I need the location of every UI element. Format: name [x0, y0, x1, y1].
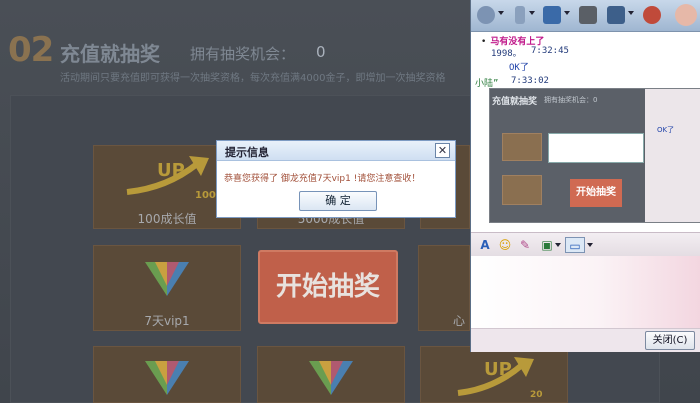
chevron-down-icon[interactable] [628, 11, 634, 15]
message-time: 7:33:02 [511, 76, 549, 86]
prize-item: 心 [418, 245, 470, 331]
vip-crystal-icon [258, 355, 404, 401]
chat-history[interactable]: 马有没有上了 1998。 7:32:45 OK了 小陆” 7:33:02 充值就… [471, 32, 700, 232]
screenshot-dialog [548, 133, 644, 163]
up-sub-text: 100 [195, 190, 216, 201]
chevron-down-icon[interactable] [498, 11, 504, 15]
chevron-down-icon[interactable] [564, 11, 570, 15]
screenshot-side-text: OK了 [657, 126, 675, 134]
format-toolbar: A ☺ ✎ ▣ ▭ [471, 232, 700, 256]
vip-crystal-icon [94, 256, 240, 302]
user-block-icon[interactable] [643, 6, 661, 24]
image-icon[interactable]: ▣ [539, 237, 555, 253]
vip-crystal-icon [94, 355, 240, 401]
prize-item [257, 346, 405, 403]
page-title: 充值就抽奖 [60, 42, 160, 66]
chevron-down-icon[interactable] [587, 243, 593, 247]
prize-item: UP 20 [420, 346, 568, 403]
font-icon[interactable]: A [477, 237, 493, 253]
message-sender: 1998。 [491, 49, 522, 59]
screenshot-icon[interactable]: ▭ [565, 237, 585, 253]
screenshot-title: 充值就抽奖 [492, 97, 538, 107]
screenshot-chat-side: OK了 [645, 89, 700, 222]
up-text: UP [484, 359, 512, 380]
dialog-message: 恭喜您获得了 御龙充值7天vip1 !请您注意查收！ [224, 174, 421, 184]
close-button[interactable]: 关闭(C) [645, 331, 695, 350]
shared-screenshot[interactable]: 充值就抽奖 拥有抽奖机会：0 开始抽奖 OK了 [489, 88, 700, 223]
dialog-header: 提示信息 ✕ [217, 141, 455, 161]
folder-icon[interactable] [543, 6, 561, 24]
screenshot-prize [502, 175, 542, 205]
screenshot-sub: 拥有抽奖机会：0 [544, 96, 598, 104]
chat-toolbar [471, 0, 700, 32]
close-icon[interactable]: ✕ [435, 143, 450, 158]
avatar-icon[interactable] [675, 4, 697, 26]
chevron-down-icon[interactable] [555, 243, 561, 247]
prize-item [93, 346, 241, 403]
screen-record-icon[interactable] [579, 6, 597, 24]
screenshot-prize [502, 133, 542, 161]
chevron-down-icon[interactable] [529, 11, 535, 15]
chat-window: 马有没有上了 1998。 7:32:45 OK了 小陆” 7:33:02 充值就… [470, 0, 700, 352]
webcam-icon[interactable] [477, 6, 495, 24]
message-input[interactable] [471, 256, 700, 328]
contacts-icon[interactable] [607, 6, 625, 24]
ok-button[interactable]: 确 定 [299, 191, 377, 211]
up-text: UP [157, 160, 185, 181]
message-time: 7:32:45 [531, 46, 569, 56]
dialog-title: 提示信息 [225, 146, 269, 159]
up-20-icon: UP 20 [421, 349, 567, 401]
notice-dialog: 提示信息 ✕ 恭喜您获得了 御龙充值7天vip1 !请您注意查收！ 确 定 [216, 140, 456, 218]
up-sub-text: 20 [530, 390, 543, 400]
prize-item: 7天vip1 [93, 245, 241, 331]
chances-label: 拥有抽奖机会： [190, 45, 296, 63]
chances-count: 0 [316, 43, 326, 61]
prize-label: 心 [452, 314, 465, 328]
step-number: 02 [8, 30, 54, 70]
prize-label: 7天vip1 [144, 314, 190, 328]
emoji-icon[interactable]: ☺ [497, 237, 513, 253]
microphone-icon[interactable] [515, 6, 525, 24]
chat-footer: 关闭(C) [471, 328, 700, 352]
magic-face-icon[interactable]: ✎ [517, 237, 533, 253]
message-text: OK了 [509, 63, 529, 73]
start-lottery-button[interactable]: 开始抽奖 [258, 250, 398, 324]
rules-text: 活动期间只要充值即可获得一次抽奖资格，每次充值满4000金子，即增加一次抽奖资格 [60, 73, 446, 84]
screenshot-start: 开始抽奖 [570, 179, 622, 207]
